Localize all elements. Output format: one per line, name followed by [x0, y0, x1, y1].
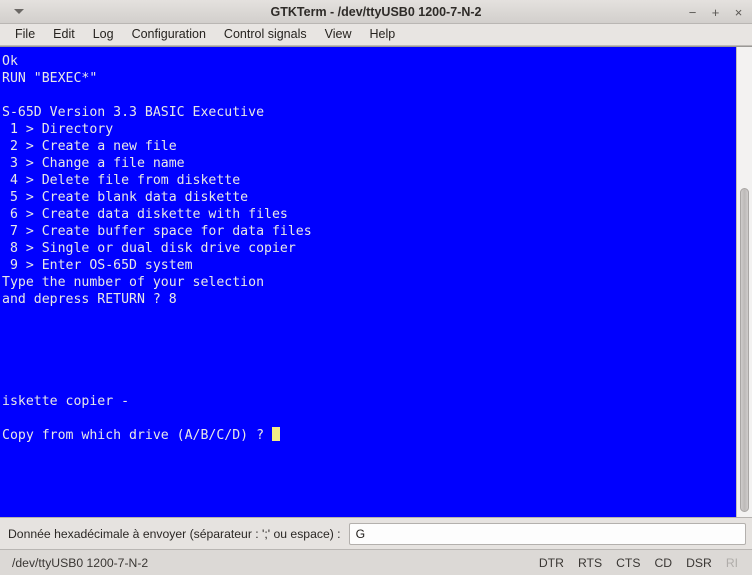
terminal-line: 1 > Directory	[2, 122, 114, 137]
minimize-button[interactable]: −	[685, 4, 700, 20]
menubar: File Edit Log Configuration Control sign…	[0, 24, 752, 46]
terminal-line: 6 > Create data diskette with files	[2, 207, 288, 222]
terminal-line: S-65D Version 3.3 BASIC Executive	[2, 105, 265, 120]
terminal-line: 9 > Enter OS-65D system	[2, 258, 193, 273]
gtkterm-window: GTKTerm - /dev/ttyUSB0 1200-7-N-2 − + × …	[0, 0, 752, 575]
terminal-line: 3 > Change a file name	[2, 156, 185, 171]
send-hex-label: Donnée hexadécimale à envoyer (séparateu…	[8, 526, 341, 541]
terminal-line: iskette copier -	[2, 394, 130, 409]
menu-item-edit[interactable]: Edit	[44, 24, 84, 45]
status-port-info: /dev/ttyUSB0 1200-7-N-2	[12, 555, 149, 570]
titlebar: GTKTerm - /dev/ttyUSB0 1200-7-N-2 − + ×	[0, 0, 752, 24]
terminal-area: Ok RUN "BEXEC*" S-65D Version 3.3 BASIC Ex…	[0, 46, 752, 517]
send-hex-input[interactable]	[348, 522, 746, 545]
terminal-line: and depress RETURN ? 8	[2, 292, 177, 307]
menu-item-file[interactable]: File	[6, 24, 44, 45]
signal-cts: CTS	[616, 555, 641, 570]
terminal-line: 5 > Create blank data diskette	[2, 190, 249, 205]
terminal-line: 4 > Delete file from diskette	[2, 173, 241, 188]
menu-item-view[interactable]: View	[316, 24, 361, 45]
terminal-output[interactable]: Ok RUN "BEXEC*" S-65D Version 3.3 BASIC Ex…	[0, 47, 736, 517]
signal-dtr: DTR	[538, 555, 564, 570]
close-button[interactable]: ×	[731, 4, 746, 20]
terminal-line: 8 > Single or dual disk drive copier	[2, 241, 296, 256]
menu-item-control-signals[interactable]: Control signals	[215, 24, 316, 45]
menu-item-configuration[interactable]: Configuration	[123, 24, 215, 45]
statusbar: /dev/ttyUSB0 1200-7-N-2 DTR RTS CTS CD D…	[0, 549, 752, 575]
terminal-line: 7 > Create buffer space for data files	[2, 224, 312, 239]
window-menu-button[interactable]	[8, 3, 30, 21]
terminal-line: 2 > Create a new file	[2, 139, 177, 154]
send-hex-bar: Donnée hexadécimale à envoyer (séparateu…	[0, 517, 752, 549]
status-signals: DTR RTS CTS CD DSR RI	[539, 556, 742, 570]
terminal-line: Ok	[2, 54, 18, 69]
maximize-button[interactable]: +	[708, 4, 723, 20]
terminal-line: Copy from which drive (A/B/C/D) ?	[2, 427, 736, 444]
menu-item-log[interactable]: Log	[84, 24, 123, 45]
terminal-line: Type the number of your selection	[2, 275, 265, 290]
terminal-cursor	[271, 427, 280, 441]
menu-item-help[interactable]: Help	[360, 24, 404, 45]
terminal-scrollbar[interactable]	[736, 47, 752, 517]
scrollbar-thumb[interactable]	[740, 188, 749, 513]
signal-ri: RI	[725, 555, 738, 570]
window-title: GTKTerm - /dev/ttyUSB0 1200-7-N-2	[270, 4, 482, 19]
signal-dsr: DSR	[686, 555, 712, 570]
signal-rts: RTS	[577, 555, 603, 570]
window-controls: − + ×	[685, 0, 746, 24]
signal-cd: CD	[654, 555, 673, 570]
terminal-line: RUN "BEXEC*"	[2, 71, 98, 86]
chevron-down-icon	[14, 9, 24, 14]
